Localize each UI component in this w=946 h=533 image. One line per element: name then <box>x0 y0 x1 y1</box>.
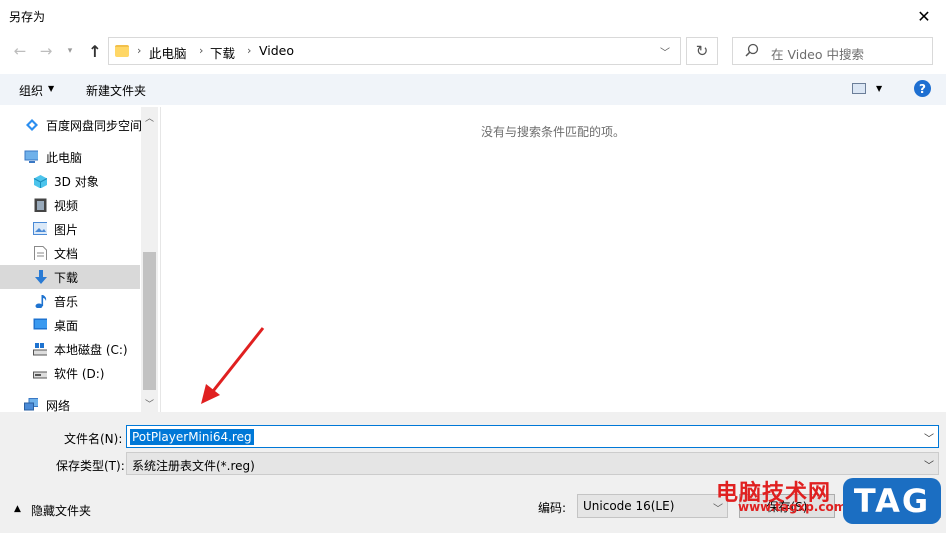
encoding-label: 编码: <box>538 501 567 515</box>
encoding-select[interactable]: Unicode 16(LE) ﹀ <box>577 494 728 518</box>
save-type-value: 系统注册表文件(*.reg) <box>132 459 255 473</box>
caret-up-icon[interactable]: ▲ <box>14 504 21 514</box>
filename-label: 文件名(N): <box>64 432 123 446</box>
save-type-label: 保存类型(T): <box>56 459 125 473</box>
filename-input[interactable]: PotPlayerMini64.reg ﹀ <box>126 425 939 448</box>
encoding-value: Unicode 16(LE) <box>583 499 675 513</box>
filename-value[interactable]: PotPlayerMini64.reg <box>130 429 254 445</box>
watermark-logo: TAG <box>843 478 941 524</box>
chevron-down-icon[interactable]: ﹀ <box>924 430 934 445</box>
annotation-arrow-icon <box>201 327 265 404</box>
hide-folders-button[interactable]: 隐藏文件夹 <box>31 502 91 519</box>
save-form: 文件名(N): PotPlayerMini64.reg ﹀ 保存类型(T): 系… <box>0 412 946 533</box>
watermark-url: www.tagxp.com <box>738 500 847 514</box>
chevron-down-icon[interactable]: ﹀ <box>924 457 934 472</box>
save-type-select[interactable]: 系统注册表文件(*.reg) ﹀ <box>126 452 939 475</box>
